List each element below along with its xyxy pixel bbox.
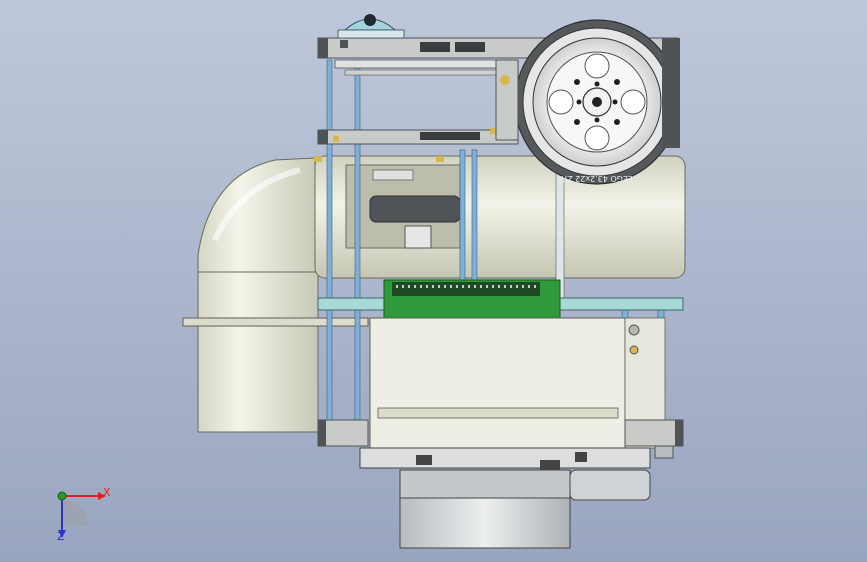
robot-assembly-model[interactable]: LEGO 43.2x22 ZR [0, 0, 867, 562]
graphics-viewport[interactable]: LEGO 43.2x22 ZR X Z [0, 0, 867, 562]
pcb-board [383, 279, 561, 321]
x-axis-label: X [103, 486, 111, 499]
wheel-tire-text: LEGO 43.2x22 ZR [561, 174, 632, 183]
bottom-motor [359, 447, 651, 549]
z-axis-label: Z [57, 530, 65, 543]
lower-housing [369, 317, 666, 451]
coordinate-triad[interactable]: X Y Z [40, 478, 120, 548]
elbow-pipe [197, 157, 319, 433]
wheel: LEGO 43.2x22 ZR [514, 19, 680, 185]
inner-motor-disc [369, 195, 461, 223]
mount-flange [182, 317, 369, 327]
